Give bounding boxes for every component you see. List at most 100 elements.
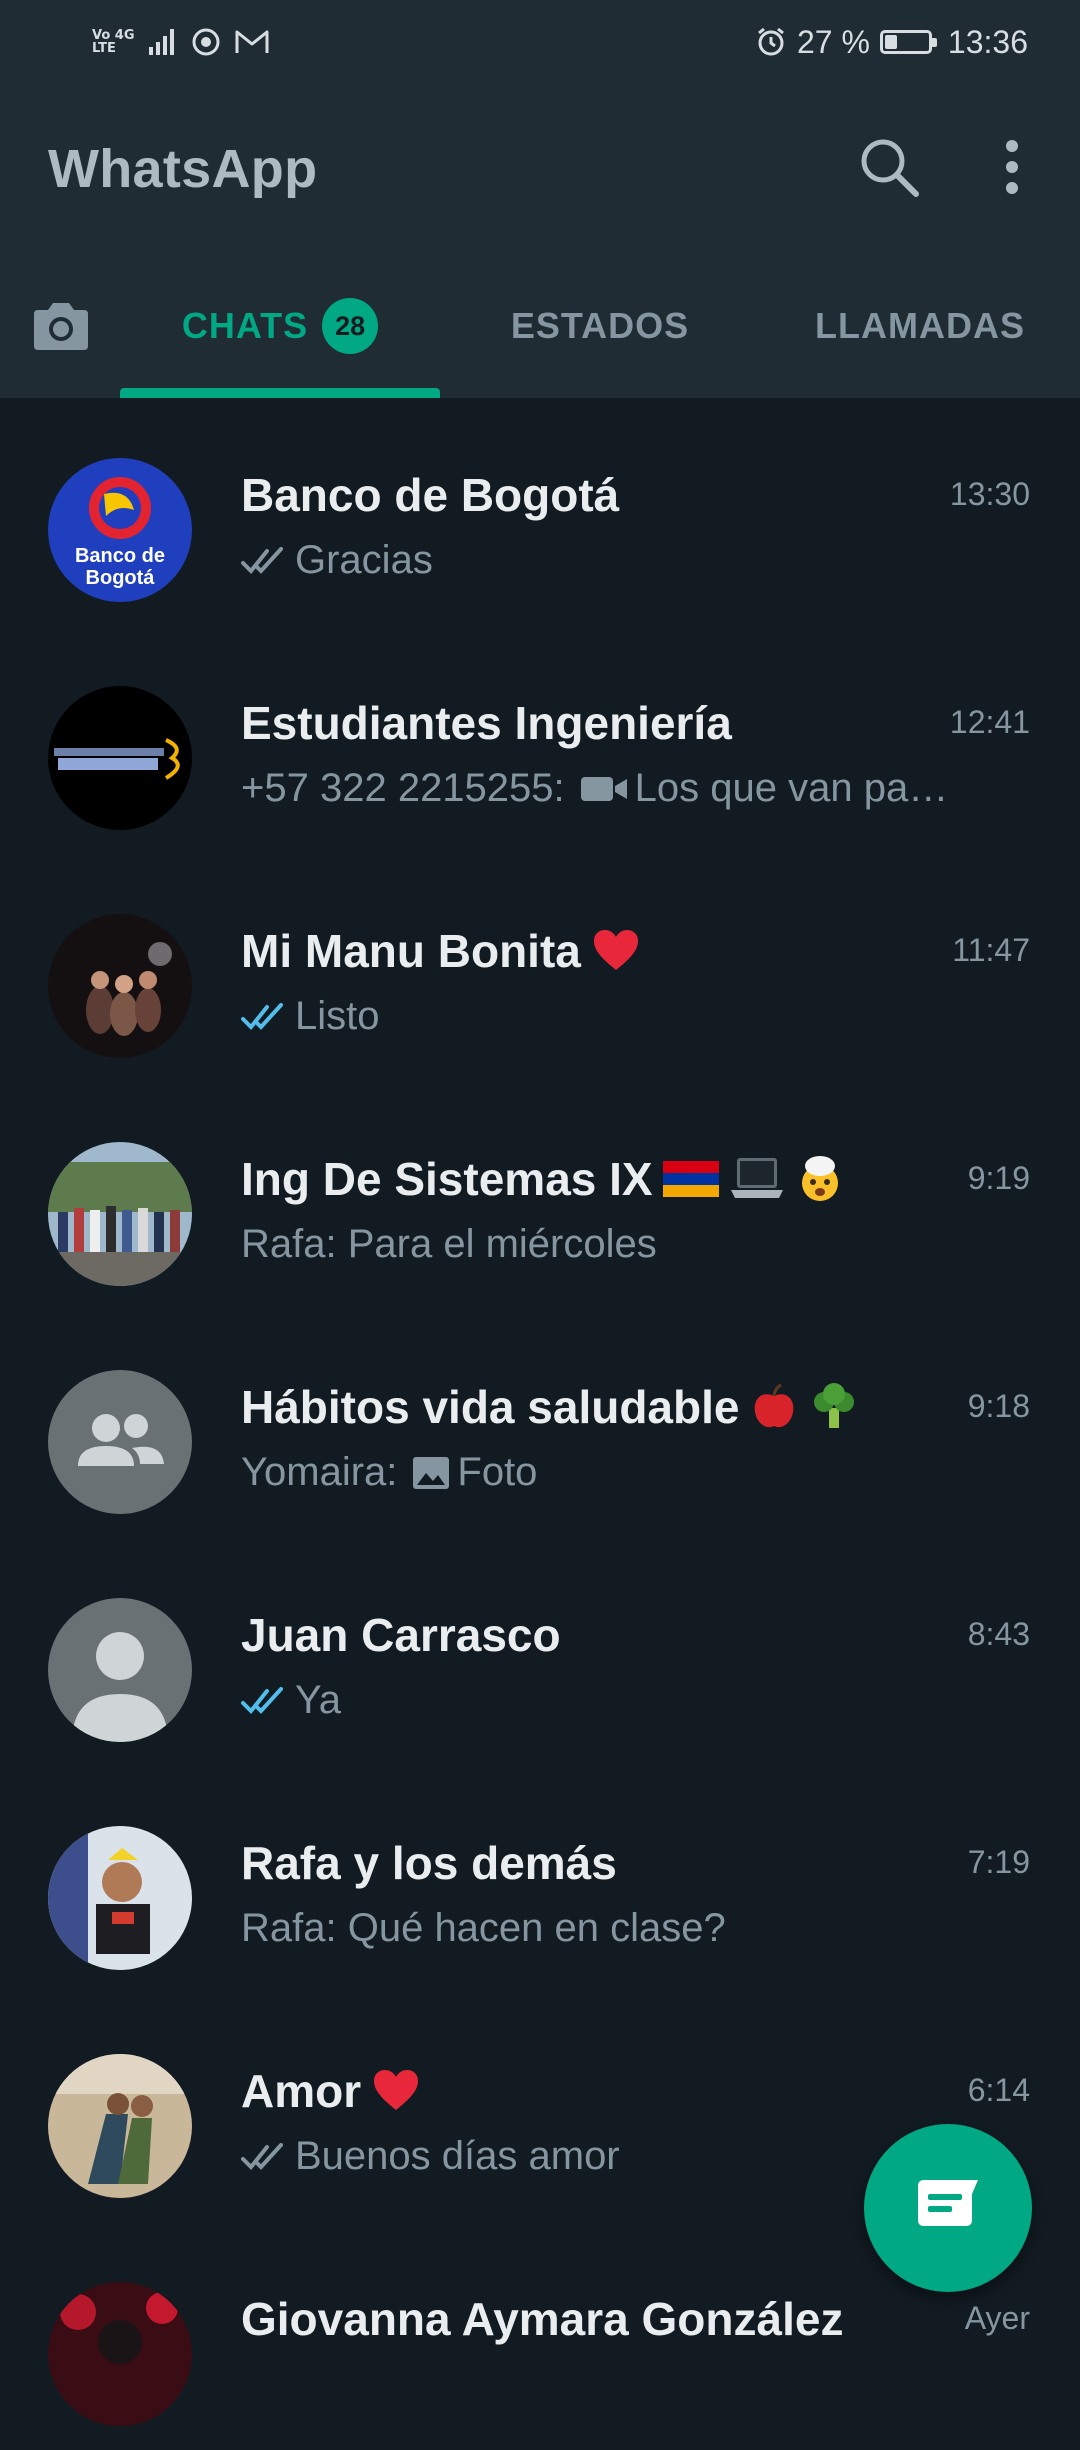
- new-chat-button[interactable]: [864, 2124, 1032, 2292]
- avatar[interactable]: [48, 686, 192, 830]
- chat-name-text: Rafa y los demás: [241, 1837, 617, 1889]
- default-contact-avatar: [48, 1598, 192, 1742]
- chat-row[interactable]: Banco de Bogotá Banco de Bogotá 13:30 Gr…: [0, 398, 1080, 626]
- chat-preview: Ya: [241, 1678, 341, 1723]
- chat-preview-text: Buenos días amor: [295, 2134, 620, 2178]
- chat-time: 12:41: [949, 704, 1030, 740]
- chat-name: Juan Carrasco: [241, 1608, 561, 1662]
- chat-name-text: Mi Manu Bonita: [241, 925, 581, 977]
- camera-icon: [34, 303, 88, 350]
- chat-time: 11:47: [952, 932, 1030, 968]
- battery-icon: [879, 30, 937, 54]
- chat-preview-sender: Yomaira:: [241, 1450, 398, 1494]
- chat-preview-text: Rafa: Qué hacen en clase?: [241, 1906, 726, 1950]
- chat-time: 13:30: [949, 476, 1030, 512]
- avatar[interactable]: [48, 914, 192, 1058]
- read-receipt-icon: [241, 546, 283, 574]
- broccoli-emoji-icon: [814, 1383, 855, 1428]
- status-bar: Vo 4G LTE 27 % 13:36: [0, 0, 1080, 84]
- laptop-emoji-icon: [730, 1158, 783, 1198]
- exploding-head-emoji-icon: [801, 1156, 838, 1201]
- tab-bar: CHATS 28 ESTADOS LLAMADAS: [0, 254, 1080, 398]
- chat-name-text: Ing De Sistemas IX: [241, 1153, 653, 1205]
- chat-preview: Yomaira: Foto: [241, 1450, 537, 1495]
- chat-time: 9:19: [967, 1160, 1030, 1196]
- alarm-icon: [758, 27, 784, 56]
- chat-time: 7:19: [967, 1844, 1030, 1880]
- chat-preview: Buenos días amor: [241, 2134, 620, 2179]
- chat-row[interactable]: Juan Carrasco 8:43 Ya: [0, 1538, 1080, 1766]
- tab-llamadas[interactable]: LLAMADAS: [770, 254, 1070, 398]
- read-receipt-icon: [241, 2142, 283, 2170]
- bank-logo-text-line-1: Banco de: [75, 545, 165, 567]
- chat-preview-text: Ya: [295, 1678, 341, 1722]
- chat-preview: Listo: [241, 994, 380, 1039]
- photo-avatar: [48, 914, 192, 1058]
- chat-name: Hábitos vida saludable: [241, 1380, 859, 1434]
- battery-level: [884, 35, 898, 49]
- tab-llamadas-label: LLAMADAS: [815, 305, 1025, 346]
- chat-row[interactable]: Rafa y los demás 7:19 Rafa: Qué hacen en…: [0, 1766, 1080, 1994]
- active-tab-indicator: [120, 388, 440, 398]
- chat-name: Rafa y los demás: [241, 1836, 617, 1890]
- status-left-icons: Vo 4G LTE: [92, 22, 269, 62]
- chat-row[interactable]: Hábitos vida saludable 9:18 Yomaira: Fot…: [0, 1310, 1080, 1538]
- chat-row[interactable]: Ing De Sistemas IX 9:19 Rafa: Para el mi…: [0, 1082, 1080, 1310]
- signal-icon: [148, 29, 174, 55]
- chat-name: Estudiantes Ingeniería: [241, 696, 732, 750]
- heart-emoji-icon: [374, 2070, 419, 2110]
- chat-name-text: Giovanna Aymara González: [241, 2293, 844, 2345]
- chat-preview: Rafa: Qué hacen en clase?: [241, 1906, 726, 1951]
- avatar[interactable]: Banco de Bogotá: [48, 458, 192, 602]
- sync-status-icon: [192, 28, 220, 56]
- chat-preview-text: Foto: [457, 1450, 538, 1494]
- chat-name-text: Hábitos vida saludable: [241, 1381, 740, 1433]
- tab-estados-label: ESTADOS: [510, 305, 690, 346]
- photo-avatar: [48, 2054, 192, 2198]
- tab-camera[interactable]: [28, 294, 94, 360]
- chat-time: 8:43: [967, 1616, 1030, 1652]
- apple-emoji-icon: [755, 1383, 794, 1428]
- chat-preview-sender: +57 322 2215255:: [241, 766, 565, 810]
- chat-time: 6:14: [967, 2072, 1030, 2108]
- battery-percent: 27 %: [796, 23, 870, 60]
- chat-name: Mi Manu Bonita: [241, 924, 641, 978]
- chat-preview-text: Rafa: Para el miércoles: [241, 1222, 657, 1266]
- heart-emoji-icon: [593, 930, 638, 970]
- avatar[interactable]: [48, 1142, 192, 1286]
- chat-row[interactable]: Estudiantes Ingeniería 12:41 +57 322 221…: [0, 626, 1080, 854]
- bank-logo-avatar: Banco de Bogotá: [48, 458, 192, 602]
- chat-preview: Gracias: [241, 538, 433, 583]
- search-icon: [861, 139, 919, 197]
- chat-preview-text: Listo: [295, 994, 380, 1038]
- app-bar: WhatsApp: [0, 84, 1080, 254]
- chat-preview-text: Gracias: [295, 538, 433, 582]
- gmail-icon: [235, 30, 269, 53]
- avatar[interactable]: [48, 2054, 192, 2198]
- chat-row[interactable]: Mi Manu Bonita 11:47 Listo: [0, 854, 1080, 1082]
- photo-icon: [413, 1456, 450, 1489]
- chat-name-text: Estudiantes Ingeniería: [241, 697, 732, 749]
- avatar[interactable]: [48, 2282, 192, 2426]
- network-type-bottom: LTE: [92, 41, 116, 56]
- chat-preview: +57 322 2215255: Los que van pa…: [241, 766, 948, 811]
- chat-name: Ing De Sistemas IX: [241, 1152, 845, 1206]
- video-icon: [580, 776, 627, 801]
- tab-estados[interactable]: ESTADOS: [470, 254, 730, 398]
- search-button[interactable]: [856, 134, 922, 200]
- avatar[interactable]: [48, 1370, 192, 1514]
- tab-chats-label: CHATS: [181, 305, 309, 346]
- bank-logo-text-line-2: Bogotá: [86, 567, 156, 589]
- default-group-avatar: [48, 1370, 192, 1514]
- photo-avatar: [48, 2282, 192, 2426]
- chat-time: 9:18: [967, 1388, 1030, 1424]
- university-logo-avatar: [48, 686, 192, 830]
- chat-name: Amor: [241, 2064, 421, 2118]
- avatar[interactable]: [48, 1598, 192, 1742]
- unread-count-badge: 28: [322, 298, 379, 354]
- new-chat-icon: [918, 2180, 978, 2226]
- chat-name: Giovanna Aymara González: [241, 2292, 843, 2346]
- more-options-button[interactable]: [990, 134, 1034, 200]
- tab-chats[interactable]: CHATS 28: [120, 254, 440, 398]
- avatar[interactable]: [48, 1826, 192, 1970]
